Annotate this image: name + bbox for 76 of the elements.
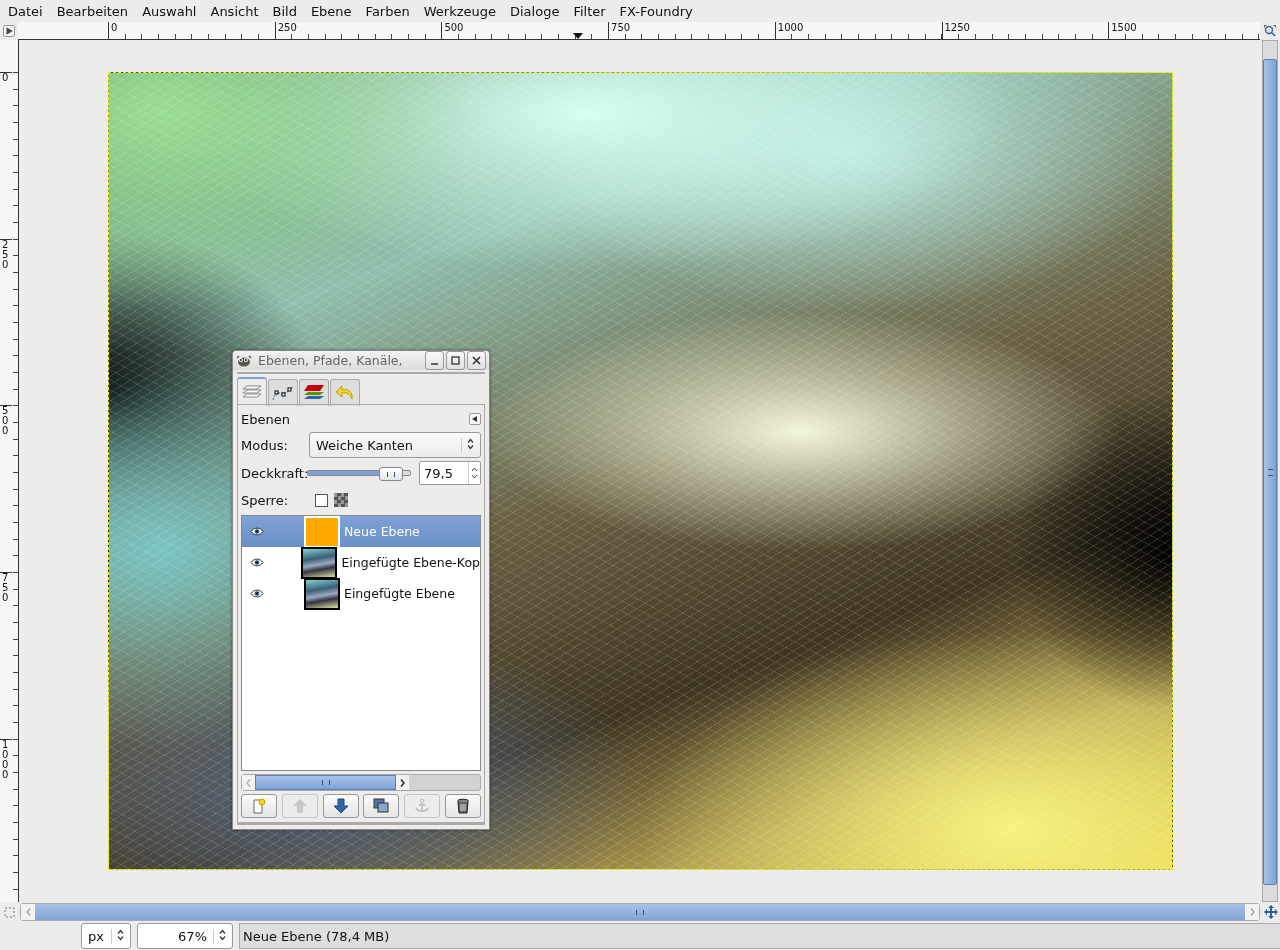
layer-duplicate-button[interactable] [363,794,400,818]
close-icon [472,356,481,365]
layer-new-button[interactable] [241,794,277,818]
menu-item[interactable]: Bild [265,3,304,19]
dialog-tab[interactable] [268,379,298,406]
status-message: Neue Ebene (78,4 MB) [239,923,1280,949]
layer-name: Neue Ebene [344,524,420,539]
anchor-icon [414,798,431,814]
layer-lower-button[interactable] [322,794,359,818]
up-down-arrows-icon [467,437,474,450]
down-arrow-icon [332,798,349,814]
eye-icon[interactable] [250,527,264,536]
opacity-slider[interactable] [307,466,411,480]
menu-item[interactable]: Datei [1,3,50,19]
minimize-button[interactable] [425,351,444,370]
menu-item[interactable]: Ansicht [203,3,266,19]
duplicate-icon [373,798,390,814]
ruler-menu-button[interactable] [0,22,18,40]
ruler-label: 1500 [1108,22,1137,39]
eye-icon[interactable] [250,558,264,567]
ruler-label: 750 [608,22,631,39]
ruler-label: 250 [0,238,12,270]
eye-icon[interactable] [250,589,264,598]
pointer-marker-icon [573,33,583,39]
zoom-dropdown[interactable]: 67% [137,923,233,949]
up-arrow-icon [291,798,308,814]
layer-name: Eingefügte Ebene [344,586,455,601]
mode-label: Modus: [241,437,289,453]
lock-checkbox[interactable] [315,493,328,507]
layer-delete-button[interactable] [445,794,481,818]
ruler-label: 750 [0,572,12,604]
list-scrollbar[interactable] [241,774,481,791]
menu-item[interactable]: Bearbeiten [49,3,136,19]
checkerboard-icon [334,493,348,507]
menu-item[interactable]: Werkzeuge [416,3,503,19]
ruler-label: 0 [0,72,12,83]
menu-item[interactable]: Filter [566,3,613,19]
trash-icon [455,798,471,814]
dialog-title: Ebenen, Pfade, Kanäle, [258,353,404,368]
layer-row[interactable]: Eingefügte Ebene [242,578,480,609]
lock-label: Sperre: [241,492,290,508]
menu-item[interactable]: Auswahl [135,3,204,19]
layer-row[interactable]: Eingefügte Ebene-Kop [242,547,480,578]
panel-menu-button[interactable] [469,413,481,425]
ruler-label: 1000 [0,738,12,780]
menu-item[interactable]: Ebene [303,3,359,19]
panel-title: Ebenen [241,411,290,427]
up-down-arrows-icon [219,928,226,941]
maximize-button[interactable] [446,351,465,370]
ruler-label: 1000 [774,22,804,39]
maximize-icon [451,356,460,365]
menu-item[interactable]: Dialoge [503,3,567,19]
layer-thumbnail [304,577,340,610]
unit-dropdown[interactable]: px [81,923,131,949]
ruler-label: 0 [108,22,118,39]
layer-thumbnail [301,546,338,579]
ruler-label: 500 [0,405,12,437]
up-down-arrows-icon [117,928,124,941]
menu-item[interactable]: Farben [358,3,417,19]
opacity-field[interactable]: 79,5 [419,461,481,485]
left-triangle-icon [472,416,478,422]
new-page-icon [251,798,267,814]
menu-item[interactable]: FX-Foundry [612,3,700,19]
minimize-icon [430,362,439,365]
spin-arrows-icon[interactable] [471,466,478,480]
layer-name: Eingefügte Ebene-Kop [341,555,480,570]
app-icon [236,354,252,367]
dialog-tab[interactable] [237,377,267,406]
close-button[interactable] [467,351,486,370]
navigate-icon[interactable] [1262,903,1280,921]
ruler-label: 1250 [941,22,970,39]
vertical-scrollbar[interactable] [1262,40,1278,902]
ruler-label: 500 [441,22,464,39]
mode-dropdown[interactable]: Weiche Kanten [309,432,481,458]
ruler-label: 250 [274,22,297,39]
dialog-tab[interactable] [299,379,329,406]
